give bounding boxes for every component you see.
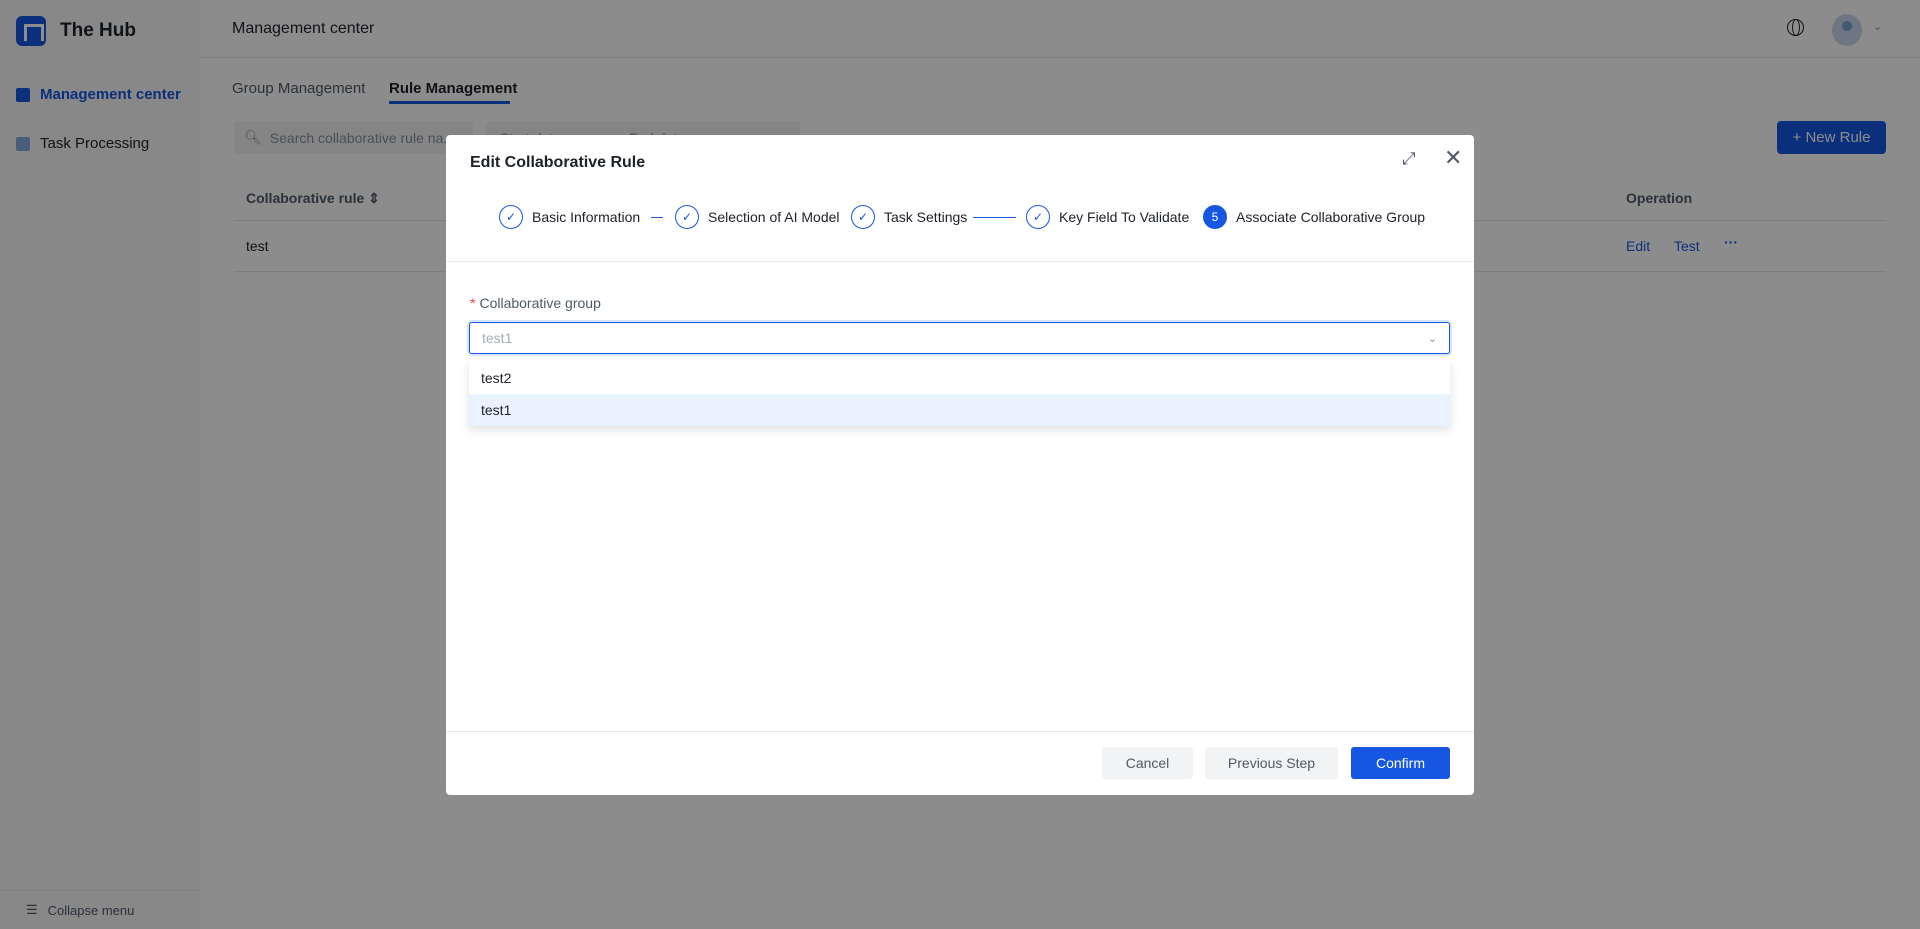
divider — [446, 731, 1474, 732]
step-basic-information: ✓ Basic Information — [499, 205, 640, 229]
step-label: Selection of AI Model — [708, 209, 840, 225]
label-text: Collaborative group — [479, 295, 601, 311]
edit-rule-modal: Edit Collaborative Rule ⤢ ✕ ✓ Basic Infor… — [446, 135, 1474, 795]
check-icon: ✓ — [675, 205, 699, 229]
collaborative-group-select[interactable]: test1 ⌄ — [469, 322, 1450, 354]
check-icon: ✓ — [1026, 205, 1050, 229]
modal-title: Edit Collaborative Rule — [470, 154, 646, 171]
step-key-field: ✓ Key Field To Validate — [1026, 205, 1189, 229]
step-task-settings: ✓ Task Settings — [851, 205, 967, 229]
step-connector — [973, 217, 1016, 218]
step-connector — [651, 217, 663, 218]
step-label: Associate Collaborative Group — [1236, 209, 1426, 225]
step-number: 5 — [1203, 205, 1227, 229]
field-label: * Collaborative group — [470, 295, 601, 311]
previous-step-button[interactable]: Previous Step — [1205, 747, 1338, 779]
required-mark: * — [470, 295, 476, 311]
dropdown-option[interactable]: test2 — [469, 362, 1450, 394]
cancel-button[interactable]: Cancel — [1102, 747, 1193, 779]
check-icon: ✓ — [851, 205, 875, 229]
step-label: Basic Information — [532, 209, 641, 225]
close-icon[interactable]: ✕ — [1444, 145, 1462, 171]
step-label: Task Settings — [884, 209, 968, 225]
dropdown-menu: test2 test1 — [469, 360, 1450, 426]
divider — [446, 261, 1474, 262]
chevron-down-icon: ⌄ — [1427, 332, 1437, 345]
expand-icon[interactable]: ⤢ — [1402, 149, 1416, 169]
dropdown-option-selected[interactable]: test1 — [469, 394, 1450, 426]
step-label: Key Field To Validate — [1059, 209, 1190, 225]
step-selection-ai-model: ✓ Selection of AI Model — [675, 205, 840, 229]
select-value: test1 — [482, 330, 513, 346]
confirm-button[interactable]: Confirm — [1351, 747, 1450, 779]
step-associate-group: 5 Associate Collaborative Group — [1203, 205, 1425, 229]
check-icon: ✓ — [499, 205, 523, 229]
